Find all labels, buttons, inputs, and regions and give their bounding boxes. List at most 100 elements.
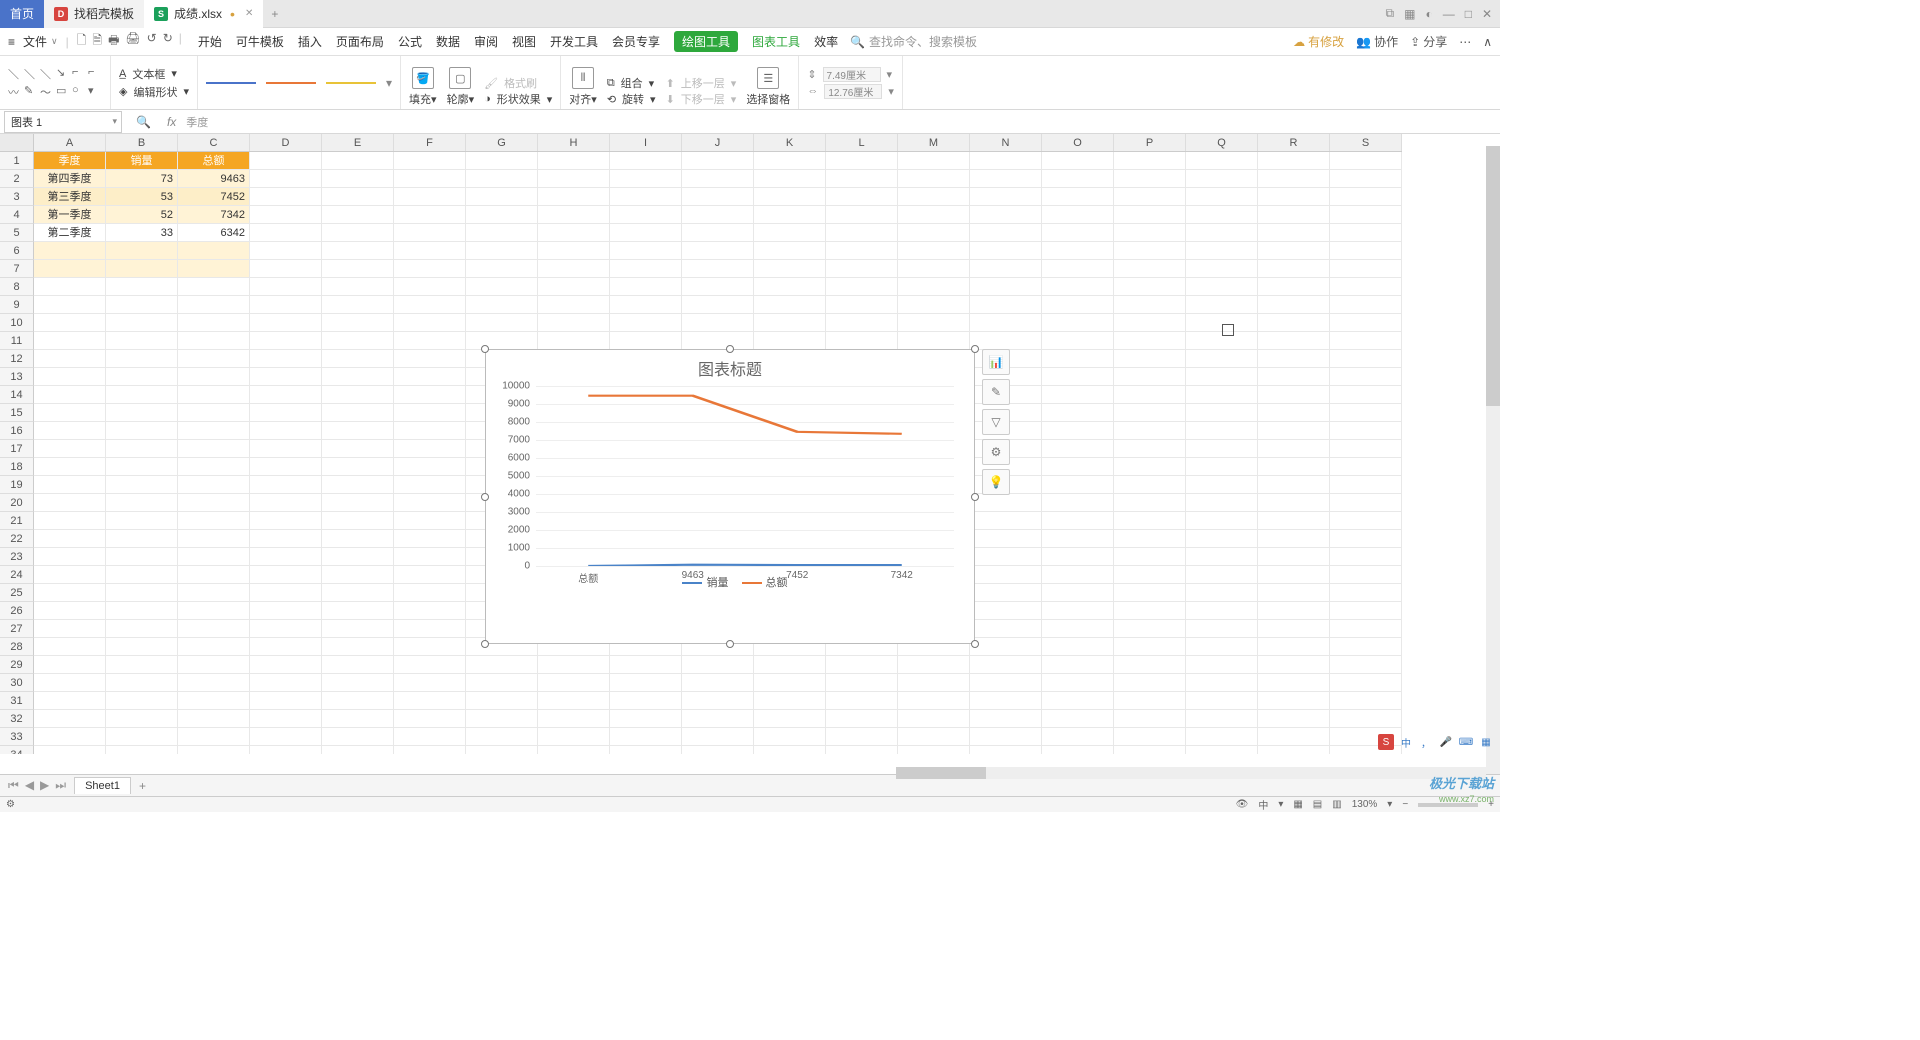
cell[interactable] <box>1042 476 1114 494</box>
cell[interactable] <box>106 422 178 440</box>
cell[interactable] <box>1258 278 1330 296</box>
cell[interactable] <box>106 602 178 620</box>
cell[interactable] <box>394 692 466 710</box>
cell[interactable] <box>250 170 322 188</box>
row-header[interactable]: 1 <box>0 152 34 170</box>
cell[interactable]: 7452 <box>178 188 250 206</box>
cell[interactable] <box>970 314 1042 332</box>
cell[interactable] <box>1114 656 1186 674</box>
row-header[interactable]: 4 <box>0 206 34 224</box>
cell[interactable] <box>466 260 538 278</box>
cell[interactable] <box>1186 170 1258 188</box>
cell[interactable] <box>1330 152 1402 170</box>
cell[interactable] <box>1258 170 1330 188</box>
cell[interactable] <box>34 512 106 530</box>
cell[interactable] <box>898 728 970 746</box>
height-input[interactable] <box>823 67 881 82</box>
cell[interactable] <box>250 224 322 242</box>
cell[interactable] <box>826 170 898 188</box>
cell[interactable] <box>538 188 610 206</box>
row-header[interactable]: 30 <box>0 674 34 692</box>
cell[interactable] <box>1042 728 1114 746</box>
cell[interactable] <box>1330 278 1402 296</box>
cell[interactable] <box>1042 260 1114 278</box>
cell[interactable] <box>34 476 106 494</box>
chart-plot-area[interactable]: 0100020003000400050006000700080009000100… <box>536 386 954 566</box>
cell[interactable] <box>466 674 538 692</box>
cell[interactable] <box>178 494 250 512</box>
cell[interactable] <box>1258 242 1330 260</box>
cell[interactable] <box>1042 512 1114 530</box>
more-icon[interactable]: ⋯ <box>1459 35 1471 49</box>
row-header[interactable]: 23 <box>0 548 34 566</box>
cell[interactable] <box>106 278 178 296</box>
cell[interactable] <box>178 656 250 674</box>
tab-template[interactable]: 可牛模板 <box>236 31 284 52</box>
cell[interactable] <box>394 440 466 458</box>
cell[interactable] <box>754 674 826 692</box>
cell[interactable] <box>178 602 250 620</box>
cell[interactable] <box>34 602 106 620</box>
cell[interactable] <box>970 638 1042 656</box>
cell[interactable] <box>106 458 178 476</box>
cell[interactable] <box>970 548 1042 566</box>
row-header[interactable]: 17 <box>0 440 34 458</box>
avatar-icon[interactable]: ◐ <box>1425 7 1432 21</box>
cell[interactable] <box>610 152 682 170</box>
view-pagelayout-icon[interactable]: ▤ <box>1313 799 1322 810</box>
handle-br[interactable] <box>971 640 979 648</box>
cell[interactable] <box>1114 260 1186 278</box>
cell[interactable] <box>1258 260 1330 278</box>
layout-icon[interactable]: ⧉ <box>1386 6 1395 21</box>
zoom-fit-icon[interactable]: 🔍 <box>136 115 151 129</box>
row-header[interactable]: 26 <box>0 602 34 620</box>
cell[interactable] <box>1186 422 1258 440</box>
cell[interactable] <box>1330 260 1402 278</box>
cell[interactable] <box>178 386 250 404</box>
cell[interactable] <box>754 314 826 332</box>
cell[interactable] <box>322 494 394 512</box>
cell[interactable] <box>1114 368 1186 386</box>
styles-more-icon[interactable]: ▾ <box>386 76 392 90</box>
cell[interactable] <box>1186 548 1258 566</box>
cell[interactable] <box>898 674 970 692</box>
col-header[interactable]: Q <box>1186 134 1258 151</box>
cell[interactable] <box>322 638 394 656</box>
cell[interactable] <box>1042 674 1114 692</box>
cell[interactable] <box>250 296 322 314</box>
cell[interactable] <box>1258 458 1330 476</box>
cell[interactable] <box>826 674 898 692</box>
cell[interactable] <box>322 584 394 602</box>
cell[interactable] <box>250 350 322 368</box>
command-search[interactable]: 🔍 查找命令、搜索模板 <box>850 33 977 50</box>
cell[interactable] <box>1258 638 1330 656</box>
cell[interactable] <box>1186 458 1258 476</box>
cell[interactable] <box>1114 674 1186 692</box>
connector2-icon[interactable]: ⌐ <box>88 66 102 82</box>
chart-title[interactable]: 图表标题 <box>486 350 974 386</box>
cell[interactable] <box>1330 692 1402 710</box>
scribble-icon[interactable]: 〜 <box>40 84 54 100</box>
cell[interactable] <box>34 350 106 368</box>
cell[interactable] <box>610 170 682 188</box>
line3-icon[interactable]: ＼ <box>40 66 54 82</box>
cell[interactable] <box>826 188 898 206</box>
cell[interactable] <box>754 296 826 314</box>
cell[interactable] <box>538 656 610 674</box>
cell[interactable] <box>250 512 322 530</box>
cell[interactable] <box>106 710 178 728</box>
cell[interactable] <box>394 584 466 602</box>
tab-drawing-tools[interactable]: 绘图工具 <box>674 31 738 52</box>
col-header[interactable]: F <box>394 134 466 151</box>
cell[interactable] <box>1042 368 1114 386</box>
cell[interactable] <box>1186 620 1258 638</box>
connector-icon[interactable]: ⌐ <box>72 66 86 82</box>
cell[interactable] <box>1186 638 1258 656</box>
cell[interactable] <box>898 152 970 170</box>
embedded-chart[interactable]: 图表标题 01000200030004000500060007000800090… <box>485 349 975 644</box>
cell[interactable] <box>754 692 826 710</box>
cell[interactable] <box>106 260 178 278</box>
cell[interactable] <box>538 242 610 260</box>
cell[interactable] <box>1258 314 1330 332</box>
cell[interactable] <box>1114 494 1186 512</box>
